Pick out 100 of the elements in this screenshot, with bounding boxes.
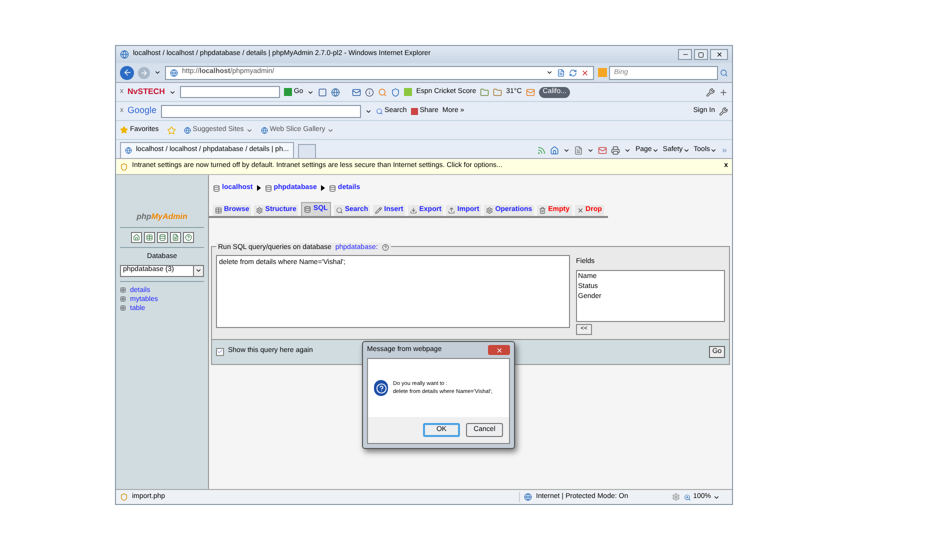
show-again-checkbox[interactable] <box>216 348 224 356</box>
gear-icon <box>486 206 494 214</box>
globe-icon <box>125 147 132 154</box>
zoom-icon <box>684 494 692 500</box>
sidebar-tool-button[interactable] <box>156 232 168 243</box>
refresh-icon <box>569 68 577 76</box>
caret-icon <box>563 146 570 154</box>
mail-icon <box>352 88 362 96</box>
sidebar-tool-button[interactable] <box>182 232 194 243</box>
close-icon <box>716 51 722 58</box>
separator-icon <box>256 185 261 192</box>
minimize-icon <box>682 51 688 58</box>
square-icon <box>598 68 607 77</box>
download-icon <box>410 206 418 214</box>
home-icon <box>550 146 560 154</box>
toolbar-brand: Google <box>128 104 157 118</box>
square-icon <box>410 108 418 114</box>
page-icon <box>172 234 178 241</box>
mail-icon <box>526 88 535 96</box>
search-icon <box>378 88 388 96</box>
caret-icon <box>587 146 594 154</box>
upload-icon <box>448 206 456 214</box>
shield-icon <box>120 162 128 170</box>
folder-icon <box>480 88 490 96</box>
home-icon <box>132 234 140 241</box>
database-icon <box>158 234 166 241</box>
sidebar-tool-button[interactable] <box>170 232 180 243</box>
wrench-icon <box>706 88 715 96</box>
toolbar-search-field[interactable] <box>160 104 361 118</box>
caret-icon <box>624 146 632 154</box>
database-icon <box>264 184 272 192</box>
caret-icon <box>246 126 253 134</box>
gear-icon <box>256 206 264 214</box>
sidebar-tool-button[interactable] <box>130 232 142 243</box>
database-icon <box>213 184 220 192</box>
minimize-button[interactable] <box>678 49 692 60</box>
help-icon <box>376 382 386 394</box>
table-icon <box>120 296 126 302</box>
table-icon <box>120 287 126 293</box>
info-icon <box>365 88 374 96</box>
database-icon <box>328 184 336 192</box>
caret-icon <box>682 146 690 154</box>
forward-arrow-icon <box>140 68 148 76</box>
shield-icon <box>391 88 400 96</box>
back-arrow-icon <box>122 68 132 77</box>
close-icon <box>496 346 502 354</box>
close-button[interactable] <box>488 345 510 355</box>
print-icon <box>611 146 620 154</box>
square-icon <box>404 88 412 96</box>
table-icon <box>146 234 152 241</box>
mail-icon <box>598 146 608 154</box>
toolbar-brand: NvSTECH <box>128 86 165 98</box>
help-icon <box>184 234 192 241</box>
database-icon <box>304 206 312 212</box>
page-icon <box>574 146 584 154</box>
back-button[interactable] <box>120 66 134 80</box>
search-icon <box>336 206 343 214</box>
globe-icon <box>524 493 532 501</box>
new-tab-button[interactable] <box>298 144 316 158</box>
star-icon <box>120 126 128 134</box>
pencil-icon <box>375 206 382 214</box>
caret-icon <box>195 267 202 274</box>
help-icon <box>382 244 389 252</box>
logo: phpMyAdmin <box>136 211 188 223</box>
feed-icon <box>537 146 546 154</box>
shield-icon <box>120 493 128 501</box>
close-icon <box>576 206 584 214</box>
caret-icon <box>713 494 720 500</box>
page-icon <box>557 68 565 76</box>
caret-icon <box>327 126 334 134</box>
folder-icon <box>493 88 502 96</box>
search-icon <box>720 68 728 76</box>
caret-icon <box>546 69 553 76</box>
square-icon <box>698 52 704 58</box>
add-favorite-icon <box>166 126 176 134</box>
table-icon <box>120 305 126 311</box>
close-icon <box>581 68 589 76</box>
plus-icon <box>719 88 728 96</box>
caret-icon <box>710 146 717 154</box>
maximize-button[interactable] <box>694 49 708 60</box>
globe-icon <box>170 68 178 76</box>
caret-icon <box>154 69 161 76</box>
check-icon <box>217 348 223 355</box>
chevron-icon <box>721 146 728 154</box>
caret-icon <box>652 146 659 154</box>
globe-icon <box>260 126 268 134</box>
settings-icon <box>672 493 680 501</box>
search-icon <box>376 108 383 114</box>
separator-icon <box>320 185 325 192</box>
caret-icon <box>168 88 176 96</box>
square-icon <box>318 88 328 96</box>
caret-icon <box>364 108 372 114</box>
globe-icon <box>331 88 340 96</box>
browser-icon <box>120 50 129 59</box>
caret-icon <box>307 88 314 96</box>
toolbar-search-field[interactable] <box>180 86 280 98</box>
sidebar-tool-button[interactable] <box>144 232 154 243</box>
table-icon <box>215 206 222 214</box>
wrench-icon <box>719 106 728 116</box>
trash-icon <box>539 206 546 214</box>
